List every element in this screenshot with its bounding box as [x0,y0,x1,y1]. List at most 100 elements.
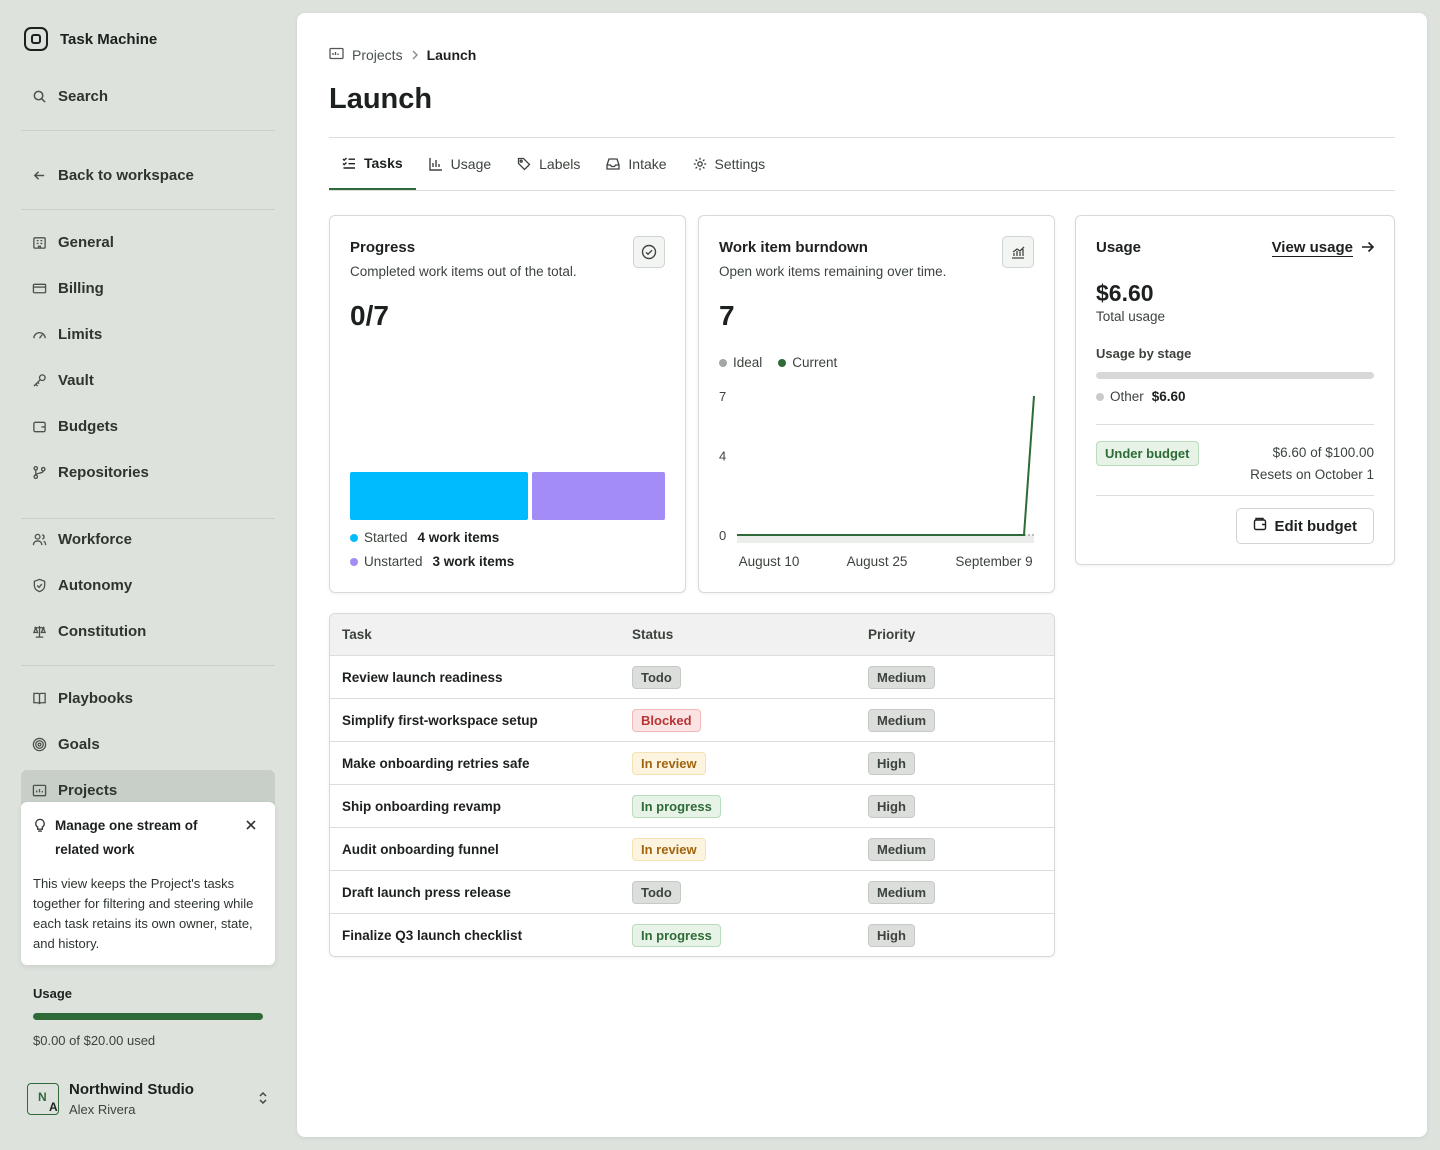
branch-icon [32,465,47,480]
sidebar-item-label: Vault [58,371,94,389]
sidebar-item-workforce[interactable]: Workforce [21,519,275,559]
table-row[interactable]: Ship onboarding revamp In progress High [330,784,1054,827]
task-name[interactable]: Finalize Q3 launch checklist [330,928,620,943]
check-circle-icon[interactable] [633,236,665,268]
table-row[interactable]: Draft launch press release Todo Medium [330,870,1054,913]
tab-label: Usage [450,156,492,172]
priority-cell: Medium [856,880,1054,904]
app-name: Task Machine [60,30,158,48]
view-usage-link[interactable]: View usage [1271,239,1375,257]
column-header-status[interactable]: Status [620,627,856,642]
tab-tasks[interactable]: Tasks [329,138,416,190]
legend-label: Unstarted [364,554,423,569]
avatar-initial-bottom: A [49,1100,58,1114]
sidebar-item-label: Repositories [58,463,149,481]
gear-icon [693,157,707,171]
sidebar-item-autonomy[interactable]: Autonomy [21,565,275,605]
x-tick-label: August 10 [739,554,800,569]
column-header-priority[interactable]: Priority [856,627,1054,642]
status-badge[interactable]: In progress [632,794,721,818]
tab-settings[interactable]: Settings [680,138,779,190]
chart-icon[interactable] [1002,236,1034,268]
progress-segment-unstarted [532,472,665,520]
tab-intake[interactable]: Intake [593,138,679,190]
divider [21,209,275,210]
reset-line: Resets on October 1 [1250,467,1374,482]
status-badge[interactable]: In review [632,837,706,861]
x-tick-label: September 9 [955,554,1032,569]
column-header-task[interactable]: Task [330,627,620,642]
back-to-workspace-link[interactable]: Back to workspace [21,155,275,195]
sidebar-item-label: General [58,233,114,251]
tab-label: Settings [714,156,766,172]
sidebar-item-label: Goals [58,735,100,753]
priority-badge[interactable]: High [868,751,915,775]
search-icon [32,89,47,104]
task-name[interactable]: Audit onboarding funnel [330,842,620,857]
sidebar-item-limits[interactable]: Limits [21,314,275,354]
legend-current: Current [778,355,837,370]
usage-stage-bar [1096,372,1374,379]
table-header: Task Status Priority [330,614,1054,655]
sidebar-item-repositories[interactable]: Repositories [21,452,275,492]
priority-badge[interactable]: Medium [868,665,936,689]
close-icon[interactable] [245,818,257,836]
tip-popover: Manage one stream of related work This v… [21,802,275,965]
status-badge[interactable]: Blocked [632,708,701,732]
priority-badge[interactable]: Medium [868,837,936,861]
status-badge[interactable]: In review [632,751,706,775]
table-row[interactable]: Finalize Q3 launch checklist In progress H… [330,913,1054,956]
breadcrumb-current: Launch [426,47,477,63]
sidebar-item-goals[interactable]: Goals [21,724,275,764]
edit-budget-button[interactable]: Edit budget [1235,508,1374,544]
search-button[interactable]: Search [21,76,275,116]
sidebar-item-label: Projects [58,781,118,799]
wallet-icon [1253,517,1267,535]
tab-labels[interactable]: Labels [504,138,593,190]
tab-bar: Tasks Usage Labels Intake Settings [329,138,1395,191]
sidebar-item-playbooks[interactable]: Playbooks [21,678,275,718]
task-name[interactable]: Ship onboarding revamp [330,799,620,814]
priority-badge[interactable]: High [868,794,915,818]
task-name[interactable]: Simplify first-workspace setup [330,713,620,728]
task-name[interactable]: Review launch readiness [330,670,620,685]
breadcrumb-projects-link[interactable]: Projects [352,47,403,63]
sidebar-item-constitution[interactable]: Constitution [21,611,275,651]
table-row[interactable]: Review launch readiness Todo Medium [330,655,1054,698]
scale-icon [32,624,47,639]
status-badge[interactable]: In progress [632,923,721,947]
status-cell: Todo [620,880,856,904]
brand[interactable]: Task Machine [24,27,157,51]
task-name[interactable]: Draft launch press release [330,885,620,900]
tab-label: Intake [628,156,667,172]
status-badge[interactable]: Todo [632,880,681,904]
progress-card: Progress Completed work items out of the… [329,215,686,593]
table-row[interactable]: Simplify first-workspace setup Blocked Med… [330,698,1054,741]
sidebar-item-general[interactable]: General [21,222,275,262]
sidebar-item-label: Playbooks [58,689,134,707]
tab-usage[interactable]: Usage [416,138,504,190]
user-name: Alex Rivera [69,1102,136,1117]
burndown-title: Work item burndown [719,239,868,256]
people-icon [32,532,47,547]
task-name[interactable]: Make onboarding retries safe [330,756,620,771]
table-row[interactable]: Audit onboarding funnel In review Medium [330,827,1054,870]
table-row[interactable]: Make onboarding retries safe In review Hig… [330,741,1054,784]
divider [1096,495,1374,496]
priority-badge[interactable]: Medium [868,708,936,732]
progress-title: Progress [350,239,416,256]
sidebar-item-budgets[interactable]: Budgets [21,406,275,446]
folder-icon [32,783,47,798]
priority-badge[interactable]: Medium [868,880,936,904]
usage-title: Usage [1096,239,1142,256]
breadcrumb: Projects Launch [329,47,476,63]
status-badge[interactable]: Todo [632,665,681,689]
usage-stage-item-value: $6.60 [1151,389,1186,404]
sidebar-item-billing[interactable]: Billing [21,268,275,308]
avatar-initial-top: N [38,1090,47,1104]
gauge-icon [32,327,47,342]
priority-badge[interactable]: High [868,923,915,947]
sidebar-item-vault[interactable]: Vault [21,360,275,400]
bar-chart-icon [428,157,443,171]
account-switcher[interactable]: N A Northwind Studio Alex Rivera [27,1081,272,1117]
